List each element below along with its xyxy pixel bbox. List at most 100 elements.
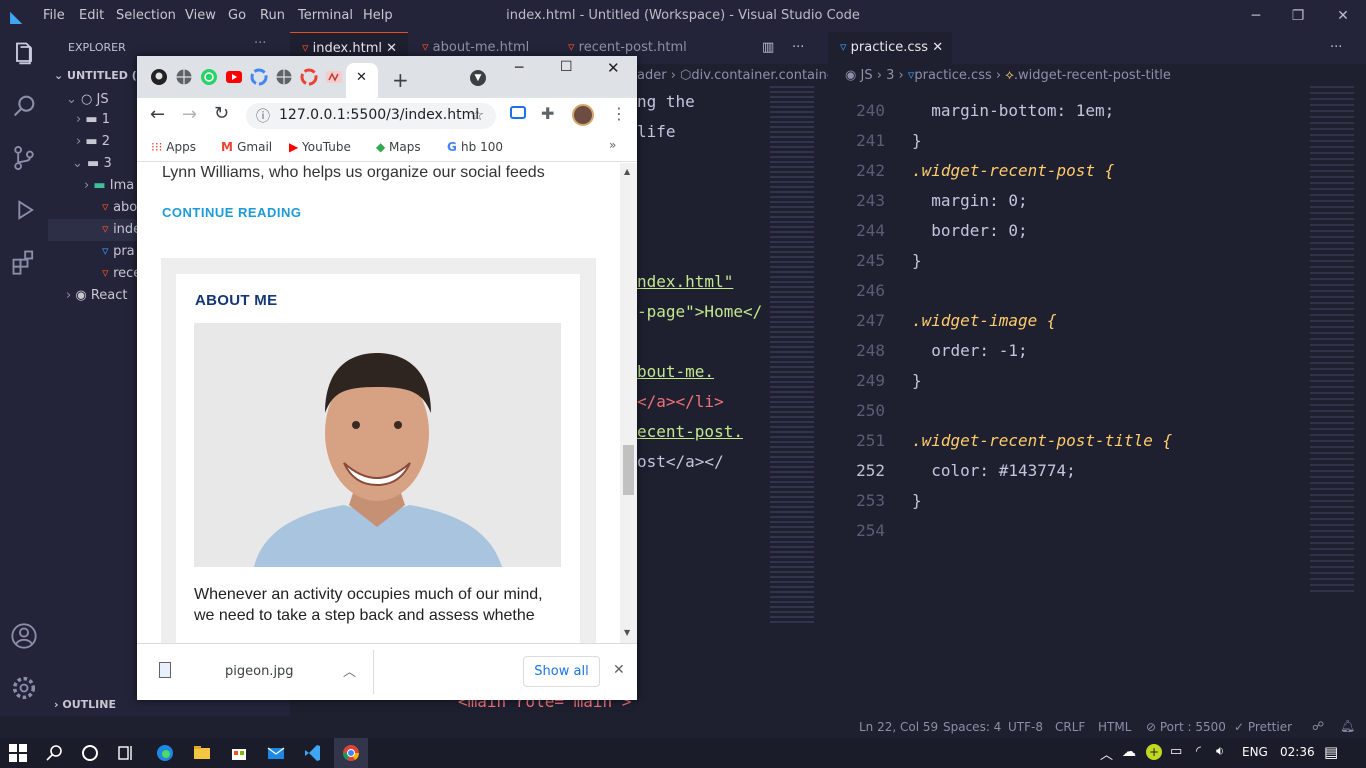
cortana-icon[interactable] bbox=[80, 743, 100, 763]
scroll-up-icon[interactable]: ▲ bbox=[624, 167, 630, 176]
tray-chevron-up-icon[interactable]: ︿ bbox=[1100, 744, 1113, 763]
maximize-icon[interactable]: ☐ bbox=[560, 59, 573, 75]
bookmark-maps[interactable]: ◆ Maps bbox=[376, 140, 421, 154]
code-line[interactable]: } bbox=[912, 491, 922, 510]
source-control-icon[interactable] bbox=[10, 144, 38, 172]
windows-start-icon[interactable] bbox=[8, 743, 28, 763]
whatsapp-tab-icon[interactable] bbox=[200, 68, 218, 86]
globe-tab-icon[interactable] bbox=[275, 68, 293, 86]
volume-icon[interactable]: 🔉︎ bbox=[1216, 744, 1224, 759]
code-line[interactable]: .widget-image { bbox=[912, 311, 1057, 330]
code-line[interactable]: } bbox=[912, 251, 922, 270]
mail-icon[interactable] bbox=[266, 743, 286, 763]
file-recent-post[interactable]: ▿ rece bbox=[102, 263, 141, 285]
cursor-position[interactable]: Ln 22, Col 59 bbox=[859, 720, 938, 734]
continue-reading-link[interactable]: CONTINUE READING bbox=[162, 205, 301, 220]
encoding[interactable]: UTF-8 bbox=[1008, 720, 1043, 734]
minimize-icon[interactable]: ─ bbox=[1233, 4, 1279, 28]
language-indicator[interactable]: ENG bbox=[1242, 745, 1268, 759]
indentation[interactable]: Spaces: 4 bbox=[943, 720, 1001, 734]
wifi-icon[interactable]: ◜ bbox=[1196, 744, 1201, 759]
store-icon[interactable] bbox=[229, 743, 249, 763]
close-tab-icon[interactable]: ✕ bbox=[928, 40, 943, 55]
reload-icon[interactable]: ↻ bbox=[214, 103, 229, 124]
plus-badge-icon[interactable]: + bbox=[1146, 744, 1162, 760]
action-center-icon[interactable]: ▤ bbox=[1324, 743, 1338, 761]
google-tab-icon[interactable] bbox=[250, 68, 268, 86]
task-view-icon[interactable] bbox=[116, 743, 136, 763]
bookmark-apps[interactable]: ⁝⁝⁝ Apps bbox=[151, 140, 196, 154]
code-line[interactable]: color: #143774; bbox=[912, 461, 1076, 480]
file-practice[interactable]: ▿ pra bbox=[102, 241, 135, 263]
bookmark-hb100[interactable]: G hb 100 bbox=[447, 140, 503, 154]
code-line[interactable]: .widget-recent-post-title { bbox=[912, 431, 1172, 450]
close-tab-icon[interactable]: ✕ bbox=[356, 70, 367, 85]
google-tab-icon[interactable] bbox=[300, 68, 318, 86]
workspace-root[interactable]: ⌄ UNTITLED (W bbox=[54, 65, 149, 87]
forward-icon[interactable]: → bbox=[182, 104, 197, 125]
page-scrollbar[interactable]: ▲ ▼ bbox=[620, 163, 637, 643]
extensions-icon[interactable] bbox=[10, 248, 38, 276]
edge-icon[interactable] bbox=[155, 743, 175, 763]
info-icon[interactable]: ⓘ bbox=[256, 106, 270, 126]
folder-images[interactable]: › ▬ Ima bbox=[84, 175, 134, 197]
youtube-tab-icon[interactable] bbox=[225, 68, 243, 86]
scroll-down-icon[interactable]: ▼ bbox=[624, 628, 630, 637]
close-tab-icon[interactable]: ✕ bbox=[382, 41, 397, 56]
breadcrumb-segment[interactable]: practice.css bbox=[914, 68, 991, 83]
breadcrumb-segment[interactable]: JS bbox=[860, 68, 872, 83]
breadcrumb-segment[interactable]: ader bbox=[637, 68, 667, 83]
chevron-up-icon[interactable]: ︿ bbox=[343, 661, 356, 680]
restore-icon[interactable]: ❐ bbox=[1275, 4, 1321, 28]
line-ending[interactable]: CRLF bbox=[1055, 720, 1085, 734]
folder-1[interactable]: › ▬ 1 bbox=[76, 109, 110, 131]
explorer-more-icon[interactable]: ··· bbox=[254, 36, 266, 51]
run-debug-icon[interactable] bbox=[10, 196, 38, 224]
chrome-taskbar-icon[interactable] bbox=[341, 743, 361, 763]
breadcrumb-segment[interactable]: div.container.container- bbox=[691, 68, 844, 83]
close-window-icon[interactable]: ✕ bbox=[607, 59, 620, 77]
close-icon[interactable]: ✕ bbox=[1320, 4, 1366, 28]
onedrive-cloud-icon[interactable]: ☁ bbox=[1122, 744, 1136, 760]
account-icon[interactable] bbox=[10, 622, 38, 650]
battery-icon[interactable]: ▭ bbox=[1170, 744, 1182, 759]
file-explorer-icon[interactable] bbox=[192, 743, 212, 763]
search-icon[interactable] bbox=[10, 92, 38, 120]
address-bar[interactable]: ⓘ 127.0.0.1:5500/3/index.html ☆ bbox=[246, 103, 496, 129]
live-server-port[interactable]: ⊘ Port : 5500 bbox=[1146, 720, 1226, 734]
minimap[interactable] bbox=[1310, 86, 1354, 596]
show-all-button[interactable]: Show all bbox=[523, 656, 600, 687]
screencast-extension-icon[interactable] bbox=[510, 106, 526, 119]
bookmarks-overflow-icon[interactable]: » bbox=[609, 138, 616, 152]
download-filename[interactable]: pigeon.jpg bbox=[225, 664, 294, 679]
editor-practice-css[interactable] bbox=[828, 32, 1366, 716]
bookmark-star-icon[interactable]: ☆ bbox=[470, 105, 484, 124]
search-icon[interactable] bbox=[45, 743, 65, 763]
code-line[interactable]: } bbox=[912, 131, 922, 150]
folder-react[interactable]: › ◉ React bbox=[66, 285, 128, 307]
breadcrumb-segment[interactable]: 3 bbox=[886, 68, 894, 83]
tab-search-icon[interactable]: ▼ bbox=[470, 70, 486, 86]
extensions-puzzle-icon[interactable]: ✚ bbox=[541, 104, 554, 123]
files-icon[interactable] bbox=[10, 40, 38, 68]
globe-tab-icon[interactable] bbox=[175, 68, 193, 86]
github-tab-icon[interactable] bbox=[150, 68, 168, 86]
breadcrumb-segment[interactable]: .widget-recent-post-title bbox=[1014, 68, 1171, 83]
clock[interactable]: 02:36 bbox=[1280, 745, 1315, 759]
folder-js[interactable]: ⌄ ○ JS bbox=[66, 89, 109, 111]
code-line[interactable]: margin-bottom: 1em; bbox=[912, 101, 1114, 120]
back-icon[interactable]: ← bbox=[150, 104, 165, 125]
code-line[interactable]: border: 0; bbox=[912, 221, 1027, 240]
more-actions-icon[interactable]: ··· bbox=[1330, 32, 1342, 64]
close-shelf-icon[interactable]: ✕ bbox=[613, 662, 625, 678]
chrome-menu-icon[interactable]: ⋮ bbox=[611, 104, 627, 123]
url-text[interactable]: 127.0.0.1:5500/3/index.html bbox=[279, 107, 479, 123]
slide-tab-icon[interactable] bbox=[325, 68, 343, 86]
minimap[interactable] bbox=[770, 86, 814, 626]
tab-practice-css[interactable]: ▿ practice.css ✕ bbox=[828, 32, 952, 64]
new-tab-icon[interactable]: + bbox=[392, 68, 409, 92]
vscode-taskbar-icon[interactable] bbox=[303, 743, 323, 763]
settings-gear-icon[interactable] bbox=[10, 674, 38, 702]
code-line[interactable]: margin: 0; bbox=[912, 191, 1027, 210]
code-line[interactable]: order: -1; bbox=[912, 341, 1027, 360]
